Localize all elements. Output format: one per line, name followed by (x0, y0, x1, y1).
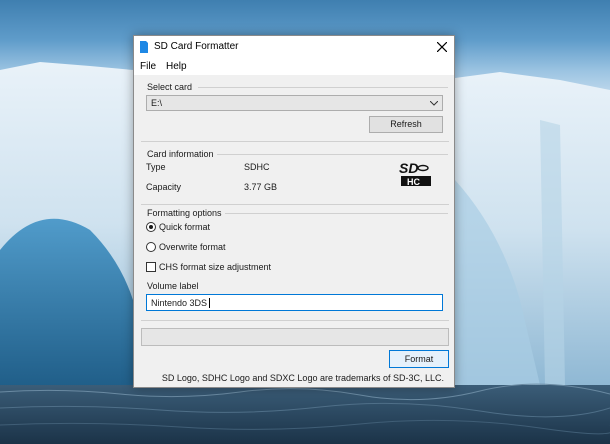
volume-label-input[interactable]: Nintendo 3DS (146, 294, 443, 311)
sd-card-formatter-window: SD Card Formatter File Help Select card … (133, 35, 455, 388)
card-select-dropdown[interactable]: E:\ (146, 95, 443, 111)
type-label: Type (146, 162, 166, 172)
quick-format-radio[interactable] (146, 222, 156, 232)
svg-text:SD: SD (399, 160, 418, 176)
radio-selected-dot (149, 225, 153, 229)
menu-help[interactable]: Help (166, 61, 187, 72)
capacity-value: 3.77 GB (244, 182, 278, 192)
format-progress-bar (141, 328, 449, 346)
capacity-label: Capacity (146, 182, 182, 192)
section-divider-2 (141, 204, 449, 205)
quick-format-label[interactable]: Quick format (159, 222, 210, 232)
formatting-options-label: Formatting options (147, 208, 222, 218)
title-bar[interactable]: SD Card Formatter (134, 36, 454, 58)
close-icon (437, 42, 447, 52)
svg-text:HC: HC (407, 177, 420, 187)
type-value: SDHC (244, 162, 270, 172)
text-caret (209, 298, 210, 308)
close-button[interactable] (430, 36, 454, 58)
volume-label-value: Nintendo 3DS (151, 298, 208, 308)
sdhc-logo: SD HC (399, 160, 431, 187)
trademark-footer: SD Logo, SDHC Logo and SDXC Logo are tra… (161, 373, 444, 383)
overwrite-format-label[interactable]: Overwrite format (159, 242, 226, 252)
chs-format-label[interactable]: CHS format size adjustment (159, 262, 271, 272)
overwrite-format-radio[interactable] (146, 242, 156, 252)
card-information-label: Card information (147, 149, 214, 159)
menu-bar: File Help (134, 58, 454, 75)
formatting-divider (225, 213, 448, 214)
menu-file[interactable]: File (140, 61, 156, 72)
window-title: SD Card Formatter (154, 41, 239, 52)
card-info-divider (217, 154, 448, 155)
select-card-divider (198, 87, 448, 88)
chs-format-checkbox[interactable] (146, 262, 156, 272)
chevron-down-icon (430, 101, 438, 106)
card-select-value: E:\ (151, 98, 163, 108)
section-divider-3 (141, 320, 449, 321)
section-divider-1 (141, 141, 449, 142)
refresh-button[interactable]: Refresh (369, 116, 443, 133)
volume-label-title: Volume label (147, 281, 199, 291)
sd-card-icon (140, 41, 148, 53)
format-button[interactable]: Format (389, 350, 449, 368)
select-card-label: Select card (147, 82, 193, 92)
